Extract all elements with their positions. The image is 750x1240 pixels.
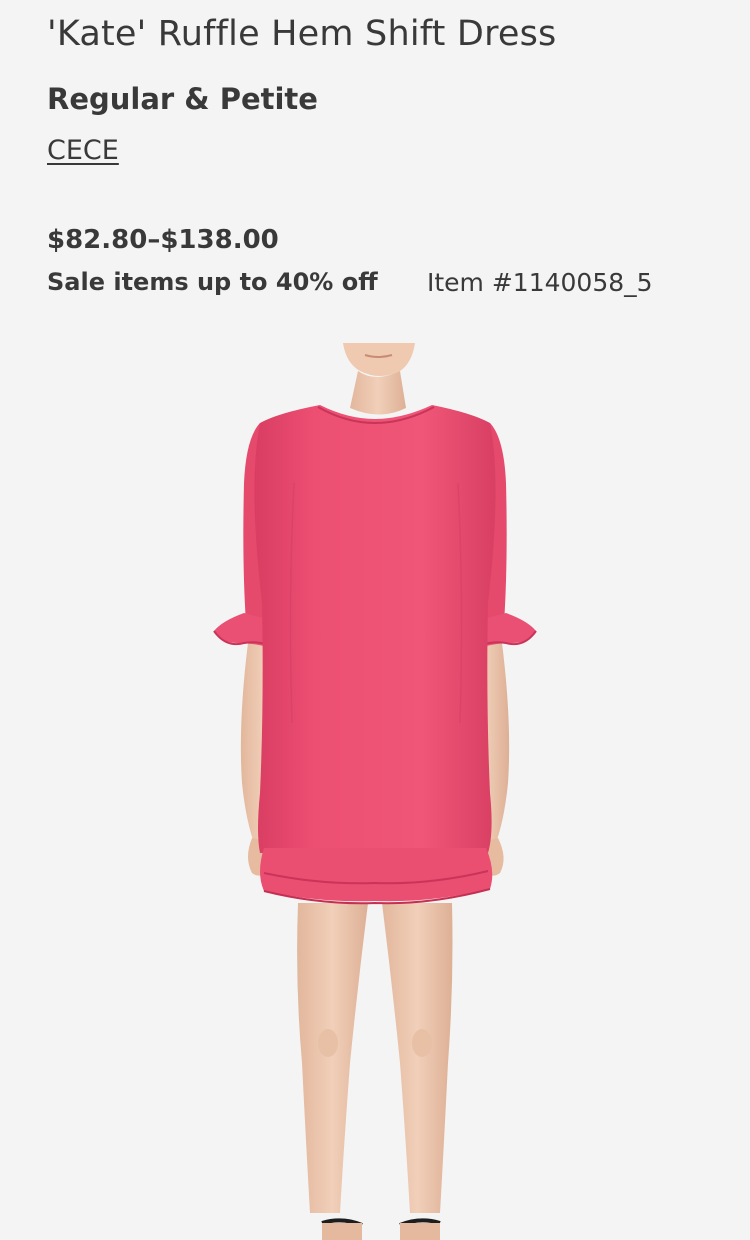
item-number: Item #1140058_5 [427,268,653,297]
product-title: 'Kate' Ruffle Hem Shift Dress [47,14,557,54]
product-page: 'Kate' Ruffle Hem Shift Dress Regular & … [0,0,750,1240]
neck [343,343,415,415]
legs [297,903,453,1240]
price-range: $82.80–$138.00 [47,225,279,255]
sale-note: Sale items up to 40% off [47,268,378,296]
dress-illustration [213,343,537,1240]
fit-options: Regular & Petite [47,82,318,116]
product-image[interactable] [160,343,590,1240]
brand-link[interactable]: CECE [47,135,119,166]
